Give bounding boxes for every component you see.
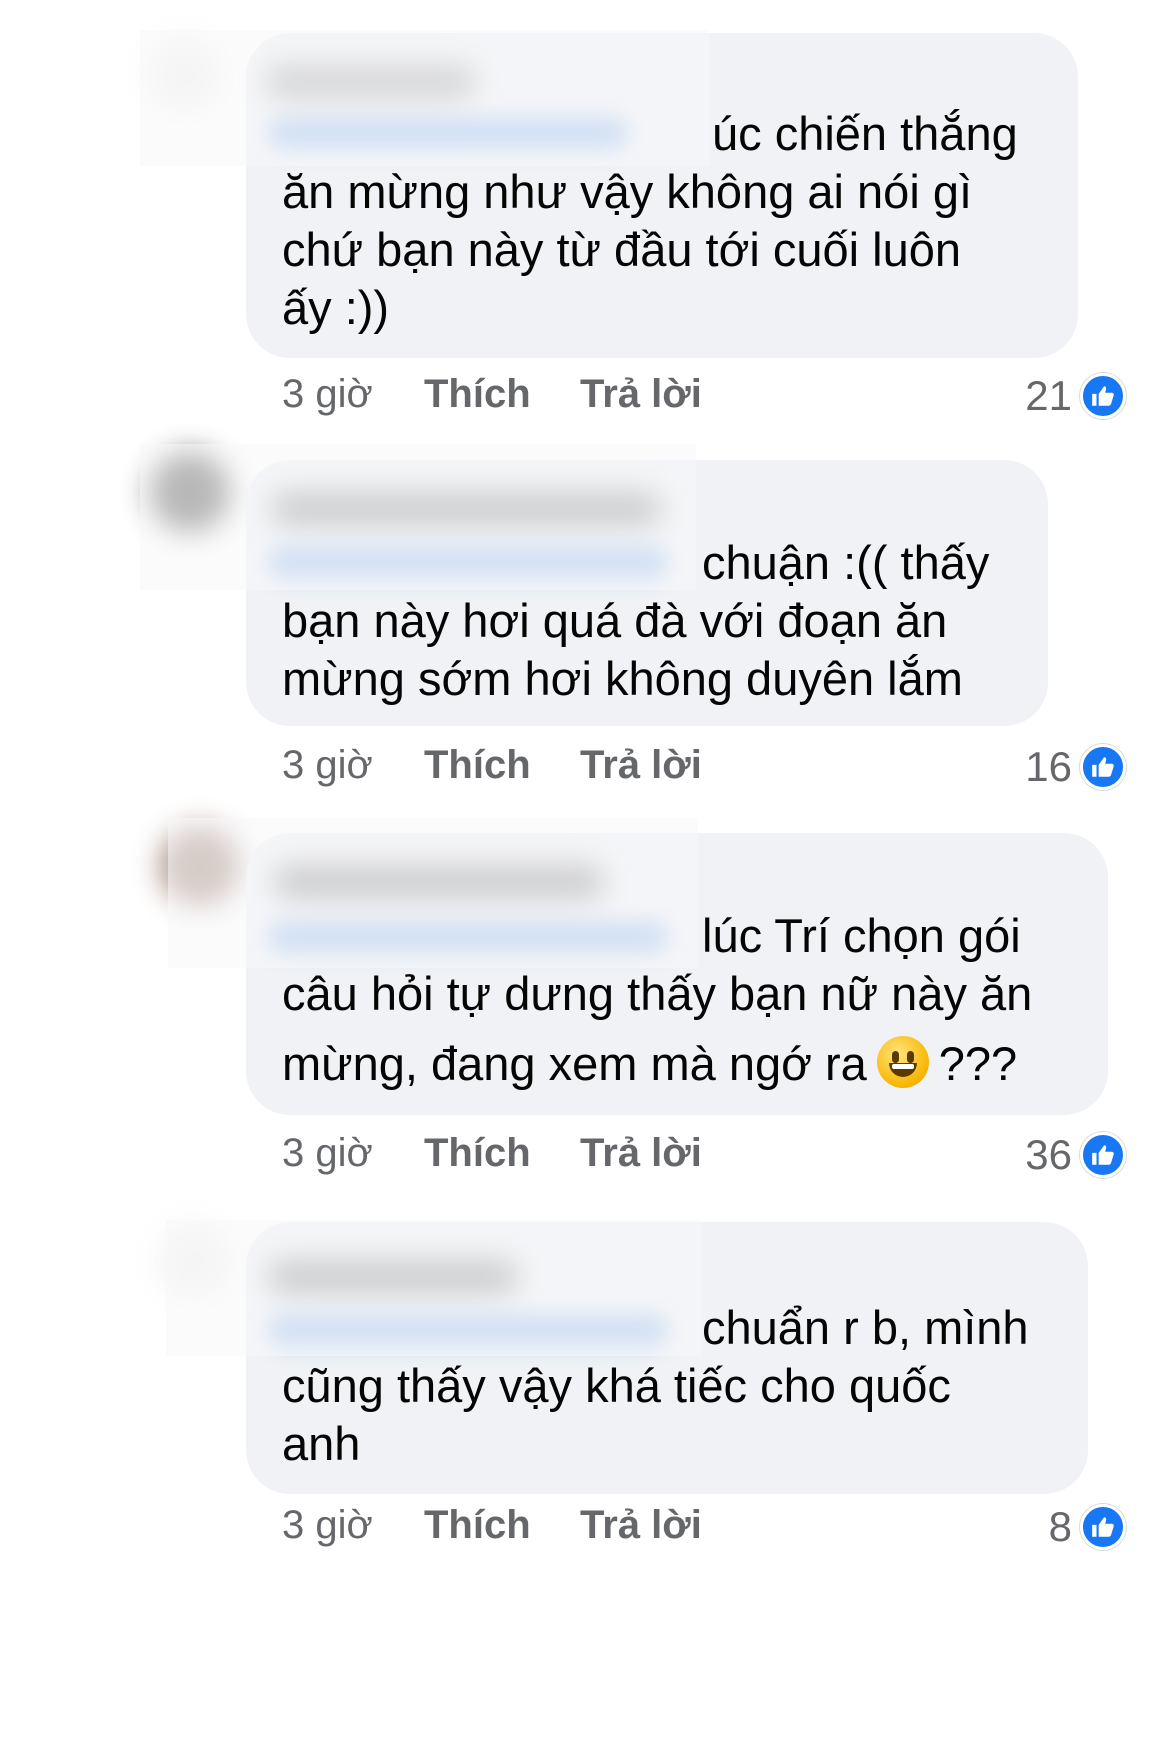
blur-overlay: [166, 1220, 702, 1356]
comment-text-line: bạn này hơi quá đà với đoạn ăn: [282, 594, 948, 647]
like-button[interactable]: Thích: [424, 372, 531, 417]
blur-overlay: [168, 818, 698, 968]
reply-button[interactable]: Trả lời: [580, 1131, 702, 1176]
comment-text-line: mừng sớm hơi không duyên lắm: [282, 652, 963, 705]
reply-button[interactable]: Trả lời: [580, 1503, 702, 1548]
comment-text-line: ấy :)): [282, 281, 390, 334]
reaction-count: 16: [1025, 743, 1072, 790]
reaction-summary[interactable]: 16: [1025, 743, 1126, 791]
reaction-count: 21: [1025, 372, 1072, 419]
comment-text-line: chuận :(( thấy: [702, 536, 990, 589]
comment-text-line: anh: [282, 1417, 361, 1470]
comment-text-line: lúc Trí chọn gói: [702, 909, 1021, 962]
comment-text-line: mừng, đang xem mà ngớ ra???: [282, 1035, 1017, 1093]
comment-time[interactable]: 3 giờ: [282, 743, 373, 788]
reaction-count: 8: [1048, 1503, 1072, 1550]
comment-text-line: câu hỏi tự dưng thấy bạn nữ này ăn: [282, 967, 1033, 1020]
comment-time[interactable]: 3 giờ: [282, 1131, 373, 1176]
comment-text-line: chứ bạn này từ đầu tới cuối luôn: [282, 223, 962, 276]
blur-overlay: [140, 30, 710, 166]
comment-time[interactable]: 3 giờ: [282, 372, 373, 417]
reaction-summary[interactable]: 36: [1025, 1131, 1126, 1179]
reply-button[interactable]: Trả lời: [580, 743, 702, 788]
like-icon: [1080, 373, 1126, 419]
like-icon: [1080, 1504, 1126, 1550]
like-button[interactable]: Thích: [424, 743, 531, 788]
like-icon: [1080, 744, 1126, 790]
like-button[interactable]: Thích: [424, 1503, 531, 1548]
reaction-count: 36: [1025, 1131, 1072, 1178]
comment-text-line: cũng thấy vậy khá tiếc cho quốc: [282, 1359, 951, 1412]
like-button[interactable]: Thích: [424, 1131, 531, 1176]
grinning-face-emoji: [876, 1036, 929, 1088]
reply-button[interactable]: Trả lời: [580, 372, 702, 417]
comment-text-line: chuẩn r b, mình: [702, 1301, 1029, 1354]
like-icon: [1080, 1132, 1126, 1178]
blur-overlay: [140, 444, 696, 590]
comment-text: ???: [938, 1037, 1018, 1090]
reaction-summary[interactable]: 8: [1049, 1503, 1126, 1551]
comment-text-line: úc chiến thắng: [712, 107, 1018, 160]
comment-time[interactable]: 3 giờ: [282, 1503, 373, 1548]
comment-text-line: ăn mừng như vậy không ai nói gì: [282, 165, 973, 218]
comment-text: mừng, đang xem mà ngớ ra: [282, 1037, 867, 1090]
reaction-summary[interactable]: 21: [1025, 372, 1126, 420]
